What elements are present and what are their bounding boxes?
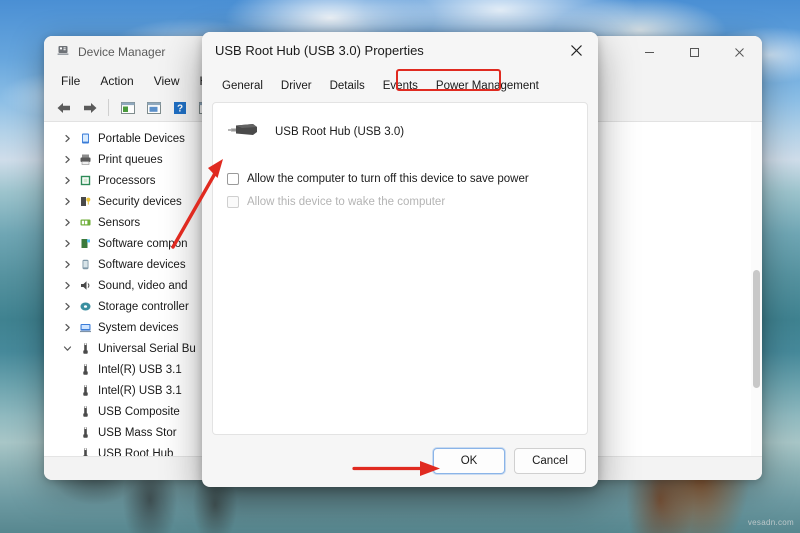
chevron-right-icon[interactable] <box>58 239 76 248</box>
tree-item-label: Print queues <box>98 153 163 166</box>
cancel-button[interactable]: Cancel <box>514 448 586 474</box>
menu-item-file[interactable]: File <box>52 71 89 91</box>
close-button[interactable] <box>717 36 762 68</box>
tree-item-label: USB Mass Stor <box>98 426 177 439</box>
sensor-icon <box>76 216 95 229</box>
tree-item-label: Sound, video and <box>98 279 188 292</box>
usb-root-hub-properties-dialog[interactable]: USB Root Hub (USB 3.0) Properties Genera… <box>202 32 598 487</box>
usb-icon <box>76 405 95 418</box>
checkbox-allow-turn-off-device[interactable] <box>227 173 239 185</box>
chevron-right-icon[interactable] <box>58 323 76 332</box>
speaker-icon <box>76 279 95 292</box>
tree-item-label: Portable Devices <box>98 132 185 145</box>
minimize-button[interactable] <box>627 36 672 68</box>
tree-item-label: Security devices <box>98 195 182 208</box>
chevron-right-icon[interactable] <box>58 260 76 269</box>
tree-item-label: Storage controller <box>98 300 189 313</box>
tab-events[interactable]: Events <box>374 77 427 96</box>
usb-plug-icon <box>227 119 261 144</box>
menu-item-view[interactable]: View <box>145 71 189 91</box>
tab-details[interactable]: Details <box>321 77 374 96</box>
chevron-right-icon[interactable] <box>58 218 76 227</box>
security-icon <box>76 195 95 208</box>
tree-item-label: Intel(R) USB 3.1 <box>98 384 182 397</box>
system-device-icon <box>76 321 95 334</box>
usb-icon <box>76 363 95 376</box>
tree-item-label: Intel(R) USB 3.1 <box>98 363 182 376</box>
tab-general[interactable]: General <box>213 77 272 96</box>
device-name-label: USB Root Hub (USB 3.0) <box>275 125 405 138</box>
usb-icon <box>76 426 95 439</box>
dialog-footer: OK Cancel <box>202 435 598 487</box>
window-controls <box>627 36 762 68</box>
tree-scrollbar-thumb[interactable] <box>753 270 760 388</box>
chevron-down-icon[interactable] <box>58 344 76 353</box>
usb-icon <box>76 342 95 355</box>
portable-device-icon <box>76 132 95 145</box>
processor-icon <box>76 174 95 187</box>
tab-driver[interactable]: Driver <box>272 77 321 96</box>
help-icon[interactable]: ? <box>168 97 191 119</box>
tab-power-management[interactable]: Power Management <box>427 77 548 96</box>
printer-icon <box>76 153 95 166</box>
svg-text:?: ? <box>176 103 182 114</box>
properties-icon[interactable] <box>116 97 139 119</box>
option-row-wake-computer: Allow this device to wake the computer <box>227 195 573 209</box>
tree-item-label: Software compon <box>98 237 188 250</box>
forward-arrow-icon[interactable] <box>78 97 101 119</box>
dialog-tabs[interactable]: General Driver Details Events Power Mana… <box>202 68 598 96</box>
software-component-icon <box>76 237 95 250</box>
menu-item-action[interactable]: Action <box>91 71 142 91</box>
chevron-right-icon[interactable] <box>58 155 76 164</box>
dialog-title: USB Root Hub (USB 3.0) Properties <box>215 42 424 58</box>
back-arrow-icon[interactable] <box>52 97 75 119</box>
checkbox-allow-wake-computer <box>227 196 239 208</box>
tree-item-label: Universal Serial Bu <box>98 342 196 355</box>
tree-item-label: USB Root Hub <box>98 447 174 457</box>
tree-item-label: Processors <box>98 174 156 187</box>
toolbar-separator <box>108 99 109 116</box>
storage-controller-icon <box>76 300 95 313</box>
software-device-icon <box>76 258 95 271</box>
device-manager-icon <box>56 43 70 62</box>
dialog-titlebar[interactable]: USB Root Hub (USB 3.0) Properties <box>202 32 598 68</box>
label-allow-wake-computer: Allow this device to wake the computer <box>247 196 446 208</box>
usb-icon <box>76 447 95 456</box>
option-row-save-power[interactable]: Allow the computer to turn off this devi… <box>227 172 573 186</box>
chevron-right-icon[interactable] <box>58 281 76 290</box>
device-manager-title: Device Manager <box>78 45 166 59</box>
ok-button[interactable]: OK <box>433 448 505 474</box>
tree-item-label: System devices <box>98 321 179 334</box>
chevron-right-icon[interactable] <box>58 134 76 143</box>
tree-item-label: Sensors <box>98 216 141 229</box>
label-allow-turn-off-device: Allow the computer to turn off this devi… <box>247 173 529 185</box>
maximize-button[interactable] <box>672 36 717 68</box>
update-driver-icon[interactable] <box>142 97 165 119</box>
usb-icon <box>76 384 95 397</box>
chevron-right-icon[interactable] <box>58 302 76 311</box>
power-management-panel: USB Root Hub (USB 3.0) Allow the compute… <box>212 102 588 435</box>
chevron-right-icon[interactable] <box>58 197 76 206</box>
chevron-right-icon[interactable] <box>58 176 76 185</box>
tree-item-label: USB Composite <box>98 405 180 418</box>
tree-scrollbar[interactable] <box>751 122 762 456</box>
watermark: vesadn.com <box>747 518 794 527</box>
device-header: USB Root Hub (USB 3.0) <box>227 119 573 144</box>
tree-item-label: Software devices <box>98 258 186 271</box>
dialog-close-button[interactable] <box>554 32 598 68</box>
